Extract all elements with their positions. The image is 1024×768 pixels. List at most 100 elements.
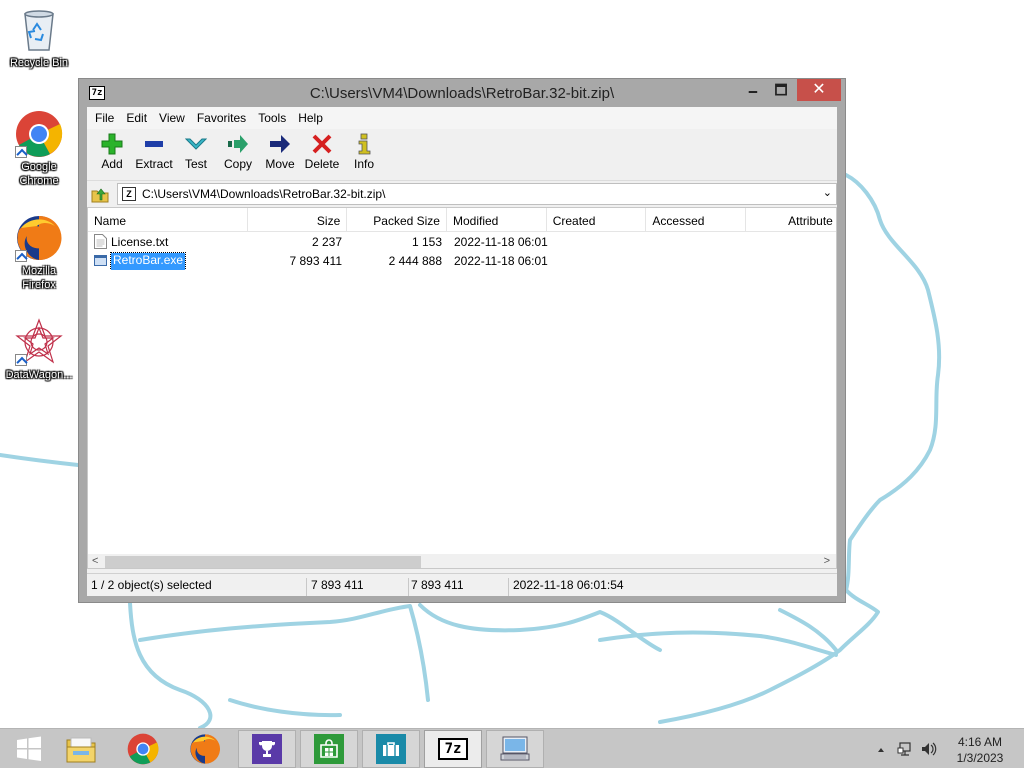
address-combobox[interactable]: Z C:\Users\VM4\Downloads\RetroBar.32-bit… [117, 183, 837, 205]
scroll-thumb[interactable] [105, 556, 421, 568]
title-bar[interactable]: 7z C:\Users\VM4\Downloads\RetroBar.32-bi… [79, 79, 845, 107]
taskbar-7zip[interactable]: 7z [424, 730, 482, 768]
horizontal-scrollbar[interactable]: < > [88, 554, 836, 568]
desktop-icon-firefox[interactable]: Mozilla Firefox [0, 214, 78, 292]
windows-logo-icon [17, 736, 41, 761]
firefox-icon [15, 214, 63, 262]
taskbar: 7z 4:16 AM 1/3/2023 [0, 728, 1024, 768]
taskbar-achievements[interactable] [238, 730, 296, 768]
file-name: RetroBar.exe [109, 252, 187, 270]
desktop-icon-label: Google Chrome [19, 161, 59, 187]
chrome-icon [127, 733, 159, 765]
trophy-icon [259, 741, 275, 757]
desktop-icon-recycle-bin[interactable]: Recycle Bin [0, 6, 78, 70]
add-label: Add [101, 157, 123, 171]
scroll-right-button[interactable]: > [824, 555, 830, 567]
scroll-left-button[interactable]: < [92, 555, 98, 567]
network-icon[interactable] [897, 742, 911, 756]
file-name: License.txt [111, 235, 169, 249]
column-name[interactable]: Name [88, 208, 248, 232]
column-created[interactable]: Created [547, 208, 647, 232]
extract-button[interactable]: Extract [133, 129, 175, 180]
column-packed-size[interactable]: Packed Size [347, 208, 447, 232]
clock-date: 1/3/2023 [956, 751, 1004, 765]
test-label: Test [184, 157, 207, 171]
maximize-button[interactable]: 🗖 [767, 79, 795, 101]
address-dropdown-button[interactable]: ⌄ [823, 186, 832, 199]
add-button[interactable]: Add [91, 129, 133, 180]
taskbar-file-explorer[interactable] [52, 730, 110, 768]
up-folder-button[interactable] [91, 185, 109, 203]
column-modified[interactable]: Modified [447, 208, 547, 232]
copy-button[interactable]: Copy [217, 129, 259, 180]
volume-icon[interactable] [922, 742, 937, 756]
datawagon-icon [15, 318, 63, 366]
status-modified: 2022-11-18 06:01:54 [513, 578, 624, 592]
taskbar-firefox[interactable] [176, 730, 234, 768]
folder-icon [66, 737, 96, 763]
desktop-icon-label: Recycle Bin [9, 57, 69, 69]
minimize-button[interactable]: 🗕 [739, 79, 767, 101]
recycle-bin-icon [15, 6, 63, 54]
taskbar-briefcase[interactable] [362, 730, 420, 768]
start-button[interactable] [0, 730, 58, 768]
info-button[interactable]: Info [343, 129, 385, 180]
window-title: C:\Users\VM4\Downloads\RetroBar.32-bit.z… [309, 85, 615, 102]
move-button[interactable]: Move [259, 129, 301, 180]
file-packed-size: 1 153 [411, 235, 442, 249]
desktop-icon-label: DataWagon... [5, 369, 73, 381]
menu-edit[interactable]: Edit [120, 107, 153, 129]
desktop-icon-datawagon[interactable]: DataWagon... [0, 318, 78, 382]
plus-icon [100, 133, 124, 155]
status-size: 7 893 411 [309, 578, 409, 596]
close-button[interactable]: ✕ [797, 79, 841, 101]
menu-tools[interactable]: Tools [252, 107, 292, 129]
move-arrow-icon [268, 133, 292, 155]
taskbar-store[interactable] [300, 730, 358, 768]
chrome-icon [15, 110, 63, 158]
status-packed-size: 7 893 411 [409, 578, 509, 596]
column-size[interactable]: Size [248, 208, 348, 232]
taskbar-computer[interactable] [486, 730, 544, 768]
menu-view[interactable]: View [153, 107, 191, 129]
file-size: 2 237 [311, 235, 342, 249]
info-icon [352, 133, 376, 155]
address-path: C:\Users\VM4\Downloads\RetroBar.32-bit.z… [142, 187, 386, 201]
desktop-icon-label: Mozilla Firefox [21, 265, 57, 291]
column-accessed[interactable]: Accessed [646, 208, 747, 232]
menu-file[interactable]: File [89, 107, 120, 129]
file-modified: 2022-11-18 06:01 [454, 235, 548, 249]
menu-favorites[interactable]: Favorites [191, 107, 252, 129]
taskbar-chrome[interactable] [114, 730, 172, 768]
show-hidden-icons-icon[interactable] [878, 748, 884, 752]
minus-icon [142, 133, 166, 155]
system-tray [870, 739, 940, 759]
delete-button[interactable]: Delete [301, 129, 343, 180]
desktop-icon-chrome[interactable]: Google Chrome [0, 110, 78, 188]
column-attribute[interactable]: Attribute [746, 208, 836, 232]
file-modified: 2022-11-18 06:01 [454, 254, 548, 268]
menu-bar: File Edit View Favorites Tools Help [87, 107, 837, 129]
file-size: 7 893 411 [289, 254, 343, 268]
table-row[interactable]: License.txt 2 237 1 153 2022-11-18 06:01 [88, 232, 836, 251]
briefcase-icon [383, 742, 399, 756]
menu-help[interactable]: Help [292, 107, 329, 129]
test-button[interactable]: Test [175, 129, 217, 180]
table-row-selected[interactable]: RetroBar.exe 7 893 411 2 444 888 2022-11… [88, 251, 836, 270]
column-header: Name Size Packed Size Modified Created A… [88, 208, 836, 232]
folder-up-icon [91, 188, 109, 203]
delete-x-icon [310, 133, 334, 155]
firefox-icon [190, 734, 220, 764]
move-label: Move [265, 157, 295, 171]
exe-file-icon [94, 255, 107, 266]
text-file-icon [94, 234, 107, 249]
store-icon [320, 739, 338, 758]
status-bar: 1 / 2 object(s) selected 7 893 411 7 893… [87, 573, 837, 596]
delete-label: Delete [304, 157, 340, 171]
file-list[interactable]: Name Size Packed Size Modified Created A… [87, 207, 837, 569]
toolbar: Add Extract Test Copy Move Delete Info [87, 129, 837, 181]
copy-label: Copy [223, 157, 252, 171]
taskbar-clock[interactable]: 4:16 AM 1/3/2023 [944, 734, 1016, 766]
clock-time: 4:16 AM [957, 735, 1003, 749]
info-label: Info [353, 157, 374, 171]
